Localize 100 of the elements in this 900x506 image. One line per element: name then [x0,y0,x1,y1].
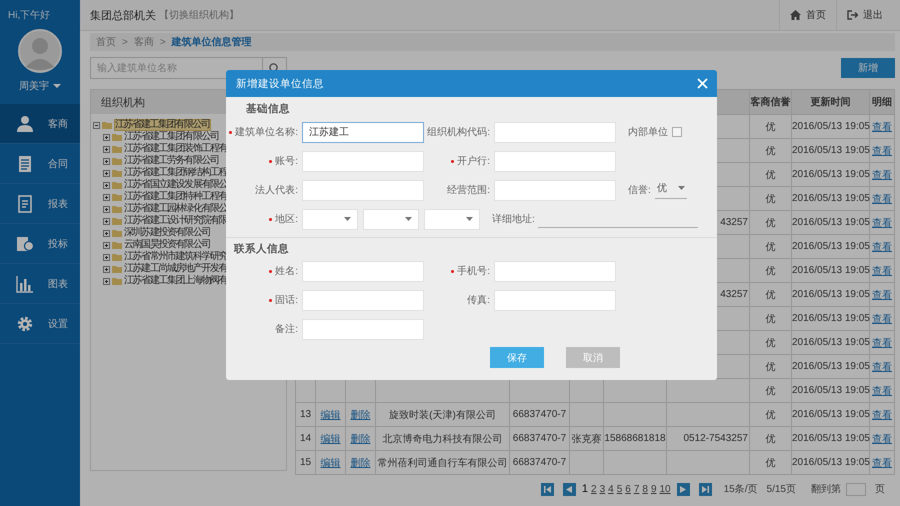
field-label: 信誉: [628,184,651,197]
expand-icon[interactable] [103,242,110,248]
table-cell: 2016/05/13 19:05 [792,217,870,228]
page-link[interactable]: 5 [616,484,622,494]
nav-item[interactable]: 客商 [0,104,80,144]
close-button[interactable] [695,76,709,90]
text-field[interactable] [494,122,616,142]
expand-icon[interactable] [103,194,110,200]
page-suffix: 页 [875,483,885,496]
text-field[interactable] [302,290,424,310]
expand-icon[interactable] [103,278,110,284]
expand-icon[interactable] [103,158,110,164]
table-cell: 66837470-7 [512,433,566,444]
table-cell: 2016/05/13 19:05 [792,121,870,132]
next-icon [680,486,686,492]
select-field[interactable] [302,208,358,230]
breadcrumb-separator: > [122,36,128,48]
select-field[interactable]: 优 [654,181,687,199]
text-field[interactable] [494,150,616,172]
report-icon [16,194,34,212]
save-button[interactable]: 保存 [490,347,544,368]
column-header: 更新时间 [792,90,870,114]
page-link[interactable]: 6 [625,484,631,494]
previous-page-button[interactable] [562,482,576,496]
expand-icon[interactable] [103,182,110,188]
dialog-title: 新增建设单位信息 [236,76,325,90]
page-link[interactable]: 10 [660,484,671,494]
expand-icon[interactable] [103,230,110,236]
text-field[interactable] [302,260,424,282]
text-field[interactable]: 江苏建工 [302,122,424,142]
text-field[interactable] [302,150,424,172]
table-cell: 15 [300,457,312,468]
table-cell: 张克赛 [572,434,602,444]
page-link[interactable]: 9 [650,484,656,494]
page-link[interactable]: 1 [582,483,588,495]
greeting: Hi,下午好 [8,9,50,22]
add-button[interactable]: 新增 [841,58,895,78]
nav-item[interactable]: 图表 [0,264,80,304]
table-cell: 优 [766,314,776,324]
close-icon [696,78,708,89]
field-label: 开户行: [457,154,490,168]
expand-icon[interactable] [103,134,110,140]
last-page-button[interactable] [698,482,712,496]
field-label: 账号: [275,154,298,168]
switch-organization-link[interactable]: 【切换组织机构】 [159,8,239,22]
next-page-button[interactable] [676,482,690,496]
page-link[interactable]: 7 [634,484,640,494]
table-cell: 优 [766,146,776,156]
nav-item[interactable]: 报表 [0,184,80,224]
nav-item[interactable]: 设置 [0,304,80,344]
page-link[interactable]: 8 [642,484,648,494]
expand-icon[interactable] [103,218,110,224]
collapse-icon[interactable] [93,122,100,128]
search-field[interactable]: 输入建筑单位名称 [90,57,262,79]
select-field[interactable] [363,208,419,230]
page-position: 5/15页 [766,483,796,496]
table-cell: 优 [766,122,776,132]
nav-item[interactable]: 投标 [0,224,80,264]
breadcrumb-link[interactable]: 建筑单位信息管理 [172,35,252,49]
select-field[interactable] [424,208,480,230]
text-field[interactable] [302,318,424,340]
previous-icon [566,486,572,492]
tree-item[interactable]: 云南国昊投资有限公司 [124,239,210,251]
tree-item[interactable]: 江苏省建工集团有限公司 [114,119,211,131]
caret-icon [405,217,412,221]
breadcrumb-link[interactable]: 客商 [134,35,154,49]
table-cell: 优 [766,266,776,276]
expand-icon[interactable] [103,170,110,176]
bar-chart-icon [16,274,34,292]
tree-item[interactable]: 江苏省建工集团有限公司 [124,131,219,143]
person-icon [16,114,34,132]
text-field[interactable] [494,180,616,200]
expand-icon[interactable] [103,266,110,272]
table-cell: 优 [766,410,776,420]
text-field[interactable] [494,290,616,310]
user-menu[interactable]: 周美宇 [19,79,61,93]
table-cell: 0512-7543257 [683,433,748,444]
tree-item[interactable]: 深圳苏建投资有限公司 [124,227,210,239]
table-cell: 66837470-7 [512,409,566,420]
page-link[interactable]: 3 [600,484,606,494]
checkbox[interactable] [672,127,682,137]
jump-label: 翻到第 [811,482,841,496]
expand-icon[interactable] [103,206,110,212]
table-cell: 2016/05/13 19:05 [792,265,870,276]
breadcrumb-link[interactable]: 首页 [96,35,116,49]
home-link[interactable]: 首页 [779,0,836,30]
page-input[interactable] [846,482,866,496]
page-link[interactable]: 4 [608,484,614,494]
text-field[interactable] [494,260,616,282]
table-cell: 2016/05/13 19:05 [792,361,870,372]
nav-item[interactable]: 合同 [0,144,80,184]
first-page-button[interactable] [540,482,554,496]
logout-link[interactable]: 退出 [836,0,893,30]
expand-icon[interactable] [103,254,110,260]
text-field[interactable] [302,180,424,200]
table-cell: 2016/05/13 19:05 [792,433,870,444]
table-cell: 2016/05/13 19:05 [792,169,870,180]
page-link[interactable]: 2 [591,484,597,494]
tree-item[interactable]: 江苏省建工劳务有限公司 [124,155,219,167]
expand-icon[interactable] [103,146,110,152]
